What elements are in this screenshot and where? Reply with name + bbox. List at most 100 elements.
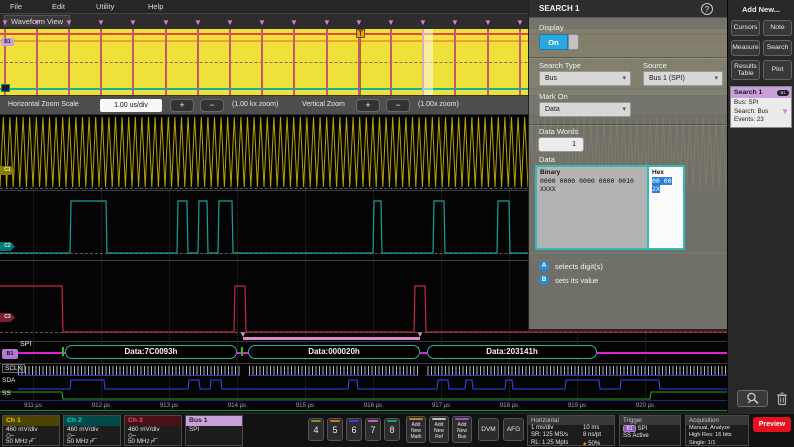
- search-mark-icon[interactable]: ▼: [451, 18, 459, 27]
- time-axis-label: 914 µs: [224, 403, 250, 409]
- add-results-table-button[interactable]: Results Table: [731, 60, 760, 80]
- add-new-ref-button[interactable]: Add New Ref: [429, 416, 449, 443]
- trigger-badge[interactable]: Trigger B1 SPI SS Active: [619, 415, 681, 446]
- overview-left-handle[interactable]: [1, 84, 10, 92]
- time-axis-label: 918 µs: [496, 403, 522, 409]
- search-mark-icon[interactable]: ▼: [129, 18, 137, 27]
- help-icon[interactable]: ?: [701, 3, 713, 15]
- mark-on-dropdown[interactable]: Data ▾: [539, 102, 631, 117]
- dvm-button[interactable]: DVM: [478, 418, 499, 441]
- bus-data-frame[interactable]: Data:203141h: [427, 345, 597, 359]
- display-toggle-knob[interactable]: [568, 34, 579, 50]
- data-words-input[interactable]: 1: [538, 137, 584, 152]
- search-mark-icon[interactable]: ▼: [323, 18, 331, 27]
- search-mark-icon[interactable]: ▼: [258, 18, 266, 27]
- search-mark-icon[interactable]: ▼: [97, 18, 105, 27]
- afg-button[interactable]: AFG: [503, 418, 524, 441]
- zoom-search-mark-band: [243, 337, 420, 340]
- channel-badge-ch2[interactable]: Ch 2460 mV/div50 MHz: [63, 415, 121, 446]
- bus-idle-line: [18, 352, 65, 354]
- channel-badge-ch3[interactable]: Ch 3460 mV/div50 MHz: [124, 415, 182, 446]
- knob-a-icon: A: [539, 261, 549, 271]
- menu-utility[interactable]: Utility: [96, 2, 114, 11]
- delete-tool-button[interactable]: [773, 390, 790, 407]
- binary-pane[interactable]: Binary 0000 0000 0000 0000 0010 XXXX: [537, 167, 647, 248]
- search-mark-icon[interactable]: ▼: [65, 18, 73, 27]
- oscilloscope-screen: File Edit Utility Help Waveform View ▼▼▼…: [0, 0, 794, 447]
- search-mark-icon[interactable]: ▼: [194, 18, 202, 27]
- add-new-bus-button[interactable]: Add New Bus: [452, 416, 472, 443]
- add-cursors-button[interactable]: Cursors: [731, 20, 760, 36]
- menu-file[interactable]: File: [10, 2, 22, 11]
- add-measure-button[interactable]: Measure: [731, 40, 760, 56]
- menu-edit[interactable]: Edit: [52, 2, 65, 11]
- channel-4-button[interactable]: 4: [308, 418, 324, 441]
- vzoom-label: Vertical Zoom: [302, 101, 345, 108]
- data-pattern-box[interactable]: Binary 0000 0000 0000 0000 0010 XXXX Hex…: [535, 165, 685, 250]
- channel-color-stripe: [368, 420, 378, 422]
- search-panel-header[interactable]: SEARCH 1 ?: [529, 0, 727, 18]
- hex-value-line2: 2X: [652, 185, 660, 193]
- bus-badge[interactable]: B1: [2, 349, 18, 359]
- hzoom-plus-button[interactable]: +: [170, 99, 194, 112]
- search-mark-icon[interactable]: ▼: [419, 18, 427, 27]
- panel-divider: [529, 57, 727, 58]
- search-mark-icon[interactable]: ▼: [484, 18, 492, 27]
- channel-badge-ch1[interactable]: Ch 1460 mV/div50 MHz: [2, 415, 60, 446]
- ss-trace: [0, 392, 727, 399]
- search-result-header[interactable]: Search 1 B1: [731, 87, 791, 98]
- channel-badge-header: Ch 3: [125, 416, 181, 426]
- source-dropdown[interactable]: Bus 1 (SPI) ▾: [643, 71, 723, 86]
- search-mark-icon[interactable]: ▼: [1, 18, 9, 27]
- channel-color-stripe: [349, 420, 359, 422]
- hzoom-readout: (1.00 kx zoom): [232, 101, 278, 108]
- search-mark-icon[interactable]: ▼: [387, 18, 395, 27]
- horizontal-badge[interactable]: Horizontal 1 ms/div 10 ms SR: 125 MS/s 8…: [527, 415, 615, 446]
- hzoom-scale-input[interactable]: 1.00 us/div: [100, 99, 162, 112]
- time-axis-label: 913 µs: [156, 403, 182, 409]
- search-mark-icon[interactable]: ▼: [33, 18, 41, 27]
- zoom-tool-button[interactable]: [737, 390, 768, 407]
- add-note-button[interactable]: Note: [763, 20, 792, 36]
- channel-color-stripe: [387, 420, 397, 422]
- hzoom-minus-button[interactable]: −: [200, 99, 224, 112]
- vzoom-plus-button[interactable]: +: [356, 99, 380, 112]
- bus-data-frame[interactable]: Data:7C0093h: [65, 345, 237, 359]
- chevron-down-icon: ▾: [714, 72, 718, 85]
- display-on-toggle[interactable]: On: [539, 34, 568, 50]
- search-mark-icon[interactable]: ▼: [355, 18, 363, 27]
- search-mark-icon[interactable]: ▼: [226, 18, 234, 27]
- add-new-math-button[interactable]: Add New Math: [406, 416, 426, 443]
- channel-5-button[interactable]: 5: [327, 418, 343, 441]
- overview-search-mark-line: [519, 29, 521, 95]
- source-label: Source: [643, 61, 667, 70]
- bus-idle-line: [597, 352, 727, 354]
- channel-bandwidth: 50 MHz: [3, 438, 59, 445]
- channel-6-button[interactable]: 6: [346, 418, 362, 441]
- search-type-label: Search Type: [539, 61, 581, 70]
- channel-badge-header: Ch 2: [64, 416, 120, 426]
- search-panel-title: SEARCH 1: [539, 4, 579, 13]
- channel-7-button[interactable]: 7: [365, 418, 381, 441]
- search-mark-icon[interactable]: ▼: [290, 18, 298, 27]
- sclk-gap: [240, 365, 248, 377]
- search-mark-icon[interactable]: ▼: [162, 18, 170, 27]
- bus-data-frame[interactable]: Data:000020h: [248, 345, 420, 359]
- horizontal-position: 50%: [588, 441, 600, 447]
- search-type-dropdown[interactable]: Bus ▾: [539, 71, 631, 86]
- channel-8-button[interactable]: 8: [384, 418, 400, 441]
- sample-interval: 8 ns/pt: [583, 432, 615, 439]
- overview-bus-badge: B1: [1, 38, 14, 46]
- add-plot-button[interactable]: Plot: [763, 60, 792, 80]
- acquisition-badge[interactable]: Acquisition Manual, Analyze High Res: 16…: [685, 415, 749, 446]
- zoom-window-indicator[interactable]: [422, 29, 433, 95]
- horizontal-badge-title: Horizontal: [528, 416, 614, 425]
- vzoom-minus-button[interactable]: −: [386, 99, 410, 112]
- search-result-card[interactable]: Search 1 B1 Bus: SPI Search: Bus Events:…: [730, 86, 792, 128]
- search-mark-icon[interactable]: ▼: [516, 18, 524, 27]
- add-search-button[interactable]: Search: [763, 40, 792, 56]
- hex-pane[interactable]: Hex 00 00 2X: [647, 167, 683, 248]
- channel-badge-bus1[interactable]: Bus 1SPI: [185, 415, 243, 446]
- menu-help[interactable]: Help: [148, 2, 163, 11]
- preview-button[interactable]: Preview: [753, 417, 791, 432]
